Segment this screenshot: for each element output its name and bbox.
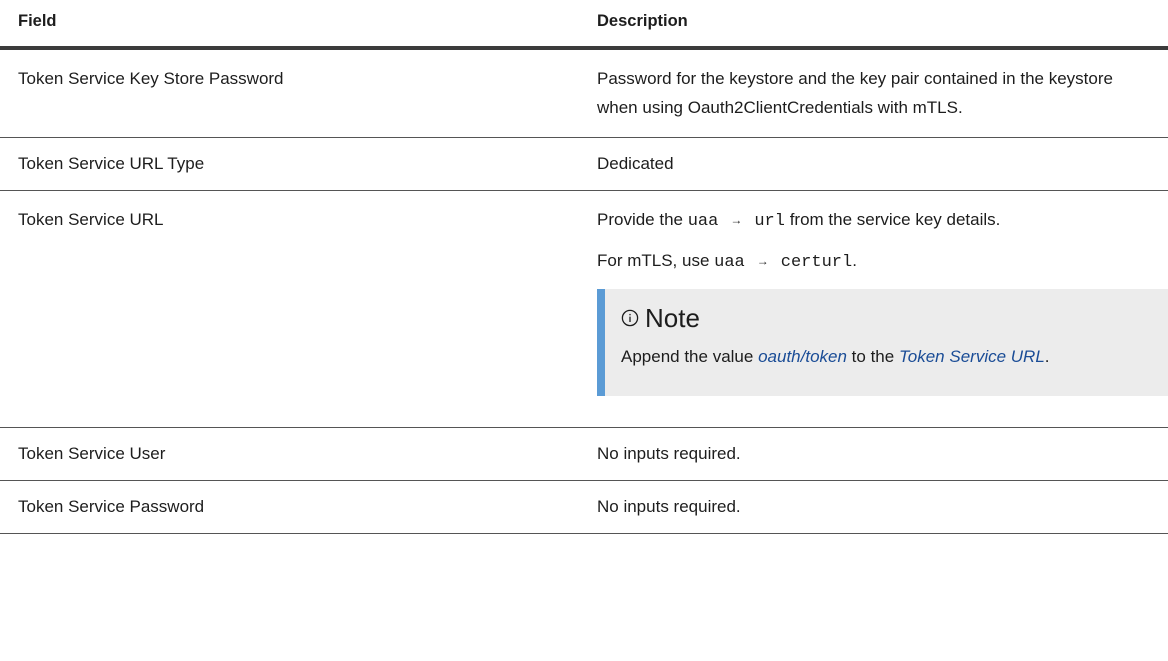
field-column-header: Field bbox=[0, 0, 597, 50]
table-row: Token Service URL Type Dedicated bbox=[0, 137, 1168, 191]
url-instruction: Provide the uaa → url from the service key… bbox=[597, 210, 1001, 231]
info-circle-icon bbox=[621, 309, 639, 327]
code-uaa: uaa bbox=[687, 212, 719, 231]
field-description-table: Field Description Token Service Key Stor… bbox=[0, 0, 1168, 534]
code-uaa: uaa bbox=[714, 253, 745, 272]
table-row: Token Service Key Store Password Passwor… bbox=[0, 48, 1168, 138]
field-cell: Token Service User bbox=[0, 427, 597, 481]
arrow-right-icon: → bbox=[730, 213, 743, 227]
note-body: Append the value oauth/token to the Toke… bbox=[621, 347, 1050, 366]
note-title-text: Note bbox=[645, 303, 700, 333]
code-url: url bbox=[754, 212, 785, 231]
field-cell: Token Service Password bbox=[0, 480, 597, 534]
table-row: Token Service User No inputs required. bbox=[0, 427, 1168, 481]
description-cell: Password for the keystore and the key pa… bbox=[597, 48, 1168, 138]
code-certurl: certurl bbox=[780, 253, 853, 272]
description-column-header: Description bbox=[597, 0, 1168, 50]
field-cell: Token Service Key Store Password bbox=[0, 48, 597, 138]
description-cell: Dedicated bbox=[597, 137, 1168, 191]
token-service-url-link[interactable]: Token Service URL bbox=[899, 347, 1045, 366]
mtls-instruction: For mTLS, use uaa → certurl. bbox=[597, 251, 857, 272]
field-cell: Token Service URL Type bbox=[0, 137, 597, 191]
description-cell: No inputs required. bbox=[597, 427, 1168, 481]
table-row: Token Service Password No inputs require… bbox=[0, 480, 1168, 534]
oauth-token-link[interactable]: oauth/token bbox=[758, 347, 847, 366]
arrow-right-icon: → bbox=[756, 254, 769, 268]
description-text: Password for the keystore and the key pa… bbox=[597, 69, 1113, 117]
description-cell: No inputs required. bbox=[597, 480, 1168, 534]
table-header-row: Field Description bbox=[0, 0, 1168, 50]
description-cell: Provide the uaa → url from the service key… bbox=[597, 190, 1168, 428]
note-title: Note bbox=[621, 301, 1150, 335]
note-callout: Note Append the value oauth/token to the… bbox=[597, 289, 1168, 396]
field-cell: Token Service URL bbox=[0, 190, 597, 428]
table-row: Token Service URL Provide the uaa → url fr… bbox=[0, 190, 1168, 428]
